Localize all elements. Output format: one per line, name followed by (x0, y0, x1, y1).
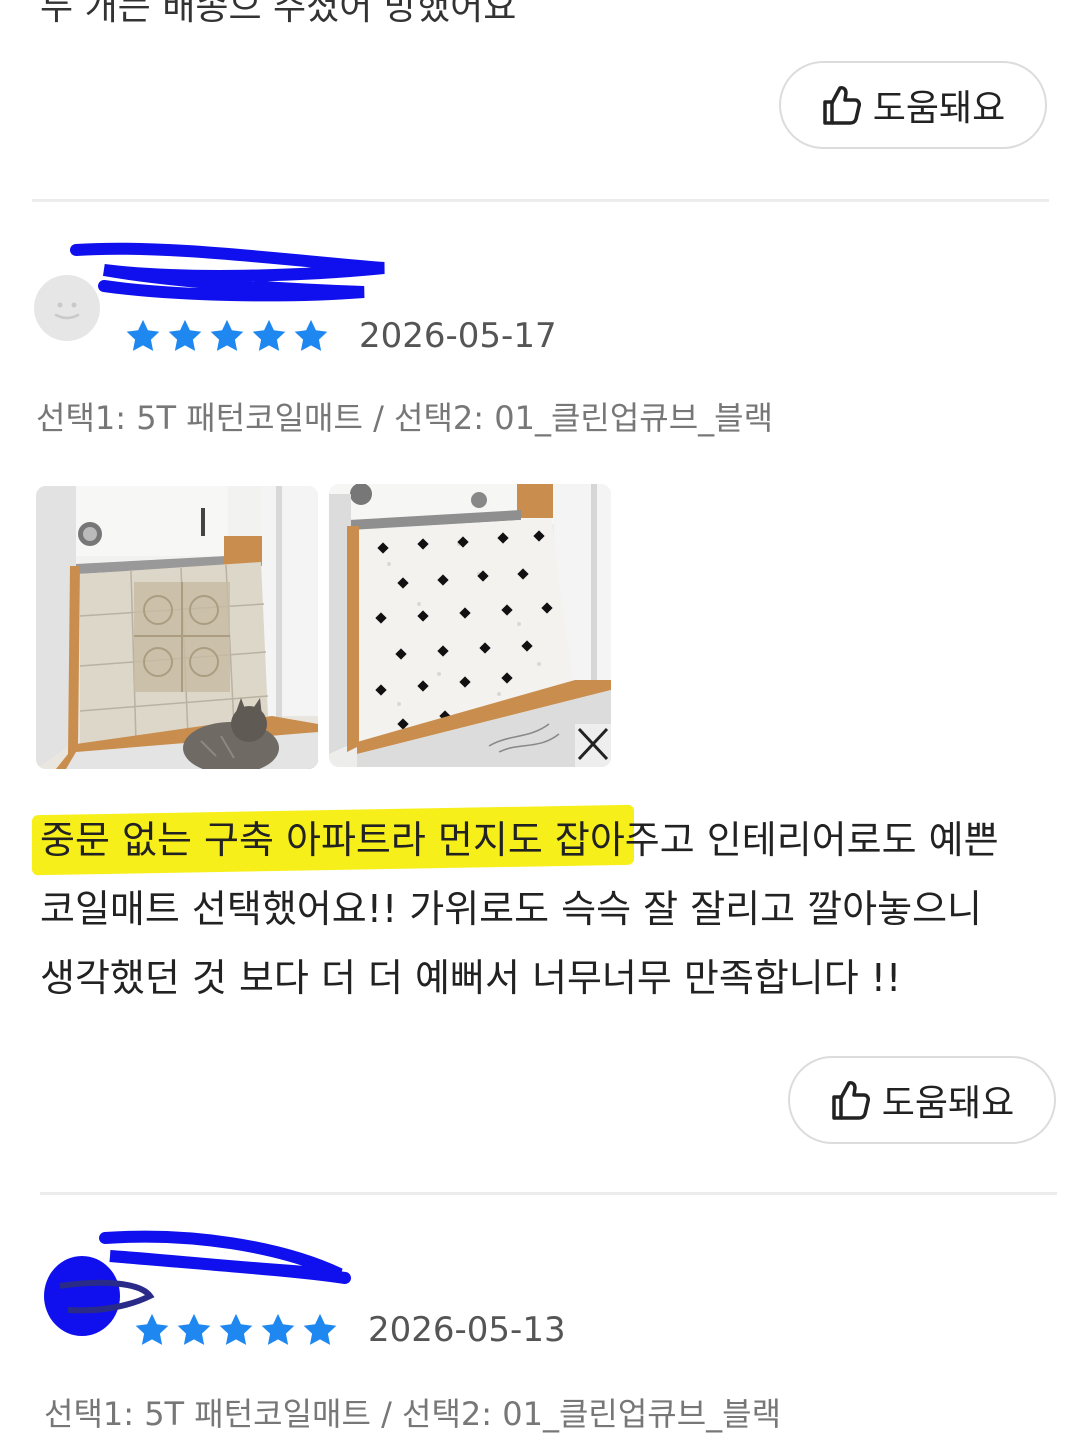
redacted-username (70, 242, 385, 302)
star-icon (168, 319, 202, 351)
photo-image (329, 484, 611, 767)
star-icon (126, 319, 160, 351)
review-date: 2026-05-17 (359, 316, 557, 356)
smiley-face-icon (54, 302, 80, 320)
review-line-text: 생각했던 것 보다 더 더 예뻐서 너무너무 만족합니다 !! (40, 956, 902, 1000)
helpful-label: 도움돼요 (872, 88, 1006, 129)
thumbs-up-icon (823, 86, 861, 125)
photo-image (36, 486, 318, 769)
star-icon (261, 1313, 295, 1345)
review-line: 중문 없는 구축 아파트라 먼지도 잡아주고 인테리어로도 예쁜 (32, 804, 1040, 876)
review-line: 코일매트 선택했어요!! 가위로도 슥슥 잘 잘리고 깔아놓으니 (40, 875, 1040, 944)
star-icon (177, 1313, 211, 1345)
star-icon (135, 1313, 169, 1345)
helpful-button[interactable]: 도움돼요 (788, 1056, 1056, 1144)
review-divider (32, 199, 1049, 202)
option-text: 선택1: 5T 패턴코일매트 / 선택2: 01_클린업큐브_블랙 (36, 399, 774, 437)
star-icon (303, 1313, 337, 1345)
previous-review-text: 두 개는 배송으 주셨어 망했어요 (40, 0, 517, 28)
star-icon (294, 319, 328, 351)
avatar (34, 275, 100, 341)
review-date: 2026-05-13 (368, 1310, 566, 1350)
review-divider (40, 1192, 1057, 1195)
star-icon (210, 319, 244, 351)
review-body: 중문 없는 구축 아파트라 먼지도 잡아주고 인테리어로도 예쁜 코일매트 선택… (32, 804, 1040, 1013)
star-rating (124, 317, 330, 355)
review-line: 생각했던 것 보다 더 더 예뻐서 너무너무 만족합니다 !! (40, 944, 1040, 1013)
review-line-text: 중문 없는 구축 아파트라 먼지도 잡아주고 인테리어로도 예쁜 (40, 818, 999, 862)
star-icon (252, 319, 286, 351)
helpful-label: 도움돼요 (881, 1083, 1015, 1124)
thumbs-up-icon (832, 1081, 870, 1120)
review-line-text: 코일매트 선택했어요!! 가위로도 슥슥 잘 잘리고 깔아놓으니 (40, 887, 982, 931)
star-icon (219, 1313, 253, 1345)
star-rating (133, 1311, 339, 1349)
review-photo-before[interactable] (36, 486, 318, 769)
review-photo-after[interactable] (329, 484, 611, 767)
option-text: 선택1: 5T 패턴코일매트 / 선택2: 01_클린업큐브_블랙 (44, 1395, 782, 1433)
helpful-button[interactable]: 도움돼요 (779, 61, 1047, 149)
